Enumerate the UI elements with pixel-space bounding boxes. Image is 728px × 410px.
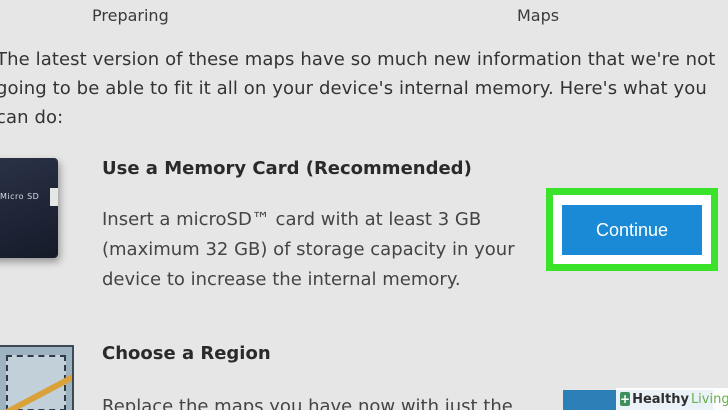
watermark-healthy: Healthy: [632, 391, 689, 407]
intro-text: The latest version of these maps have so…: [0, 49, 716, 128]
step-maps: Maps: [517, 6, 560, 25]
region-map-image: [0, 345, 74, 410]
watermark-living: Living: [690, 391, 728, 407]
microsd-card-image: Micro SD: [0, 158, 58, 258]
step-preparing: Preparing: [92, 6, 169, 25]
option-region-title: Choose a Region: [102, 343, 271, 364]
option-memory-card-description: Insert a microSD™ card with at least 3 G…: [102, 209, 515, 290]
watermark: + Healthy Living: [616, 388, 728, 410]
option-region-description: Replace the maps you have now with just …: [102, 396, 513, 410]
plus-icon: +: [620, 392, 631, 406]
continue-button[interactable]: Continue: [562, 205, 702, 255]
sd-card-label: Micro SD: [0, 192, 40, 201]
option-memory-card-title: Use a Memory Card (Recommended): [102, 158, 472, 179]
